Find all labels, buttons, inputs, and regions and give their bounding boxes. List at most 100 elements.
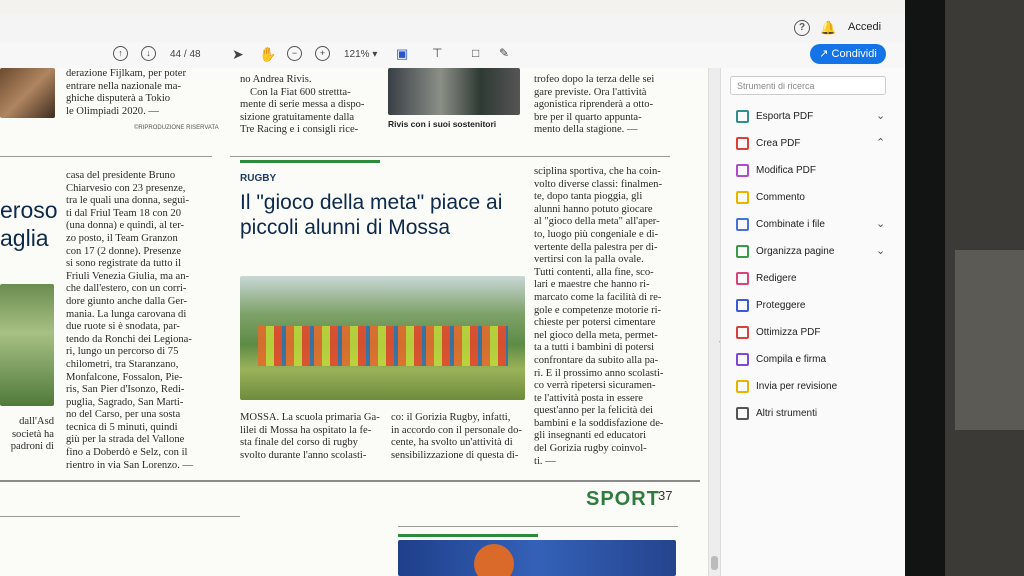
text-line: volto diverse classi: finalmen- xyxy=(534,178,662,190)
photo-rugby-children xyxy=(240,276,525,400)
left-headline-fragment: eroso aglia xyxy=(0,196,58,252)
sign-in-link[interactable]: Accedi xyxy=(848,21,881,33)
tool-item[interactable]: Compila e firma xyxy=(736,351,896,371)
text-line: Friuli Venezia Giulia, ma an- xyxy=(66,270,190,282)
text-line: entrare nella nazionale ma- xyxy=(66,80,181,92)
tool-item[interactable]: Redigere xyxy=(736,270,896,290)
text-line: ri, lungo un percorso di 75 xyxy=(66,346,179,358)
tool-icon xyxy=(736,191,749,204)
tool-icon xyxy=(736,245,749,258)
tool-label: Ottimizza PDF xyxy=(756,327,821,338)
tool-label: Modifica PDF xyxy=(756,165,817,176)
help-icon[interactable]: ? xyxy=(794,20,810,36)
share-button[interactable]: ↗ Condividi xyxy=(810,44,886,64)
tool-label: Redigere xyxy=(756,273,797,284)
text-line: tra le quali una donna, seguì- xyxy=(66,195,189,207)
text-line: ti dal Friul Team 18 con 20 xyxy=(66,207,181,219)
text-line: puglia, Sagrado, San Marti- xyxy=(66,396,184,408)
text-line: eroso xyxy=(0,197,58,223)
tool-icon xyxy=(736,299,749,312)
page-up-icon[interactable]: ↑ xyxy=(113,46,128,61)
chevron-icon[interactable]: ⌄ xyxy=(876,244,885,257)
tool-item[interactable]: Proteggere xyxy=(736,297,896,317)
text-line: marcato come la facilità di re- xyxy=(534,291,662,303)
notification-bell-icon[interactable]: 🔔 xyxy=(820,20,836,36)
text-line: bre per il quarto appunta- xyxy=(534,111,642,123)
text-line: (una donna) e quindi, al ter- xyxy=(66,220,185,232)
text-line: vertente della palestra per di- xyxy=(534,241,658,253)
page-down-icon[interactable]: ↓ xyxy=(141,46,156,61)
tool-item[interactable]: Crea PDF ⌃ xyxy=(736,135,896,155)
pdf-toolbar: ↑ ↓ 44 / 48 ➤ ✋ − + 121% ▾ ▣ ⊤ □ ✎ ↗ Con… xyxy=(0,42,905,69)
comment-icon[interactable]: □ xyxy=(472,46,479,60)
text-line: ta a tutti i bambini di potersi xyxy=(534,342,655,354)
background-paper xyxy=(955,250,1024,430)
text-line: vertirsi con la palla ovale. xyxy=(534,254,644,266)
scroll-mode-icon[interactable]: ⊤ xyxy=(432,46,442,60)
text-line: Tutti contenti, alla fine, sco- xyxy=(534,266,654,278)
text-line: confrontare da subito alla pa- xyxy=(534,354,659,366)
photo-rivis xyxy=(388,68,520,115)
tool-icon xyxy=(736,353,749,366)
pen-icon[interactable]: ✎ xyxy=(499,46,509,60)
text-line: padroni di xyxy=(10,441,54,453)
scroll-thumb[interactable] xyxy=(711,556,718,570)
photo-cyclists xyxy=(0,284,54,406)
fit-page-icon[interactable]: ▣ xyxy=(396,46,408,62)
pdf-page[interactable]: derazione Fijlkam, per poter entrare nel… xyxy=(0,68,708,576)
page-number: 37 xyxy=(658,488,673,503)
tools-search-input[interactable]: Strumenti di ricerca xyxy=(730,76,886,95)
text-line: dore giunto anche dalla Ger- xyxy=(66,295,187,307)
top-right-column: trofeo dopo la terza delle sei gare prev… xyxy=(534,74,654,137)
text-line: gare previste. Ora l'attività xyxy=(534,86,647,98)
top-left-column: derazione Fijlkam, per poter entrare nel… xyxy=(66,68,186,118)
tool-item[interactable]: Commento xyxy=(736,189,896,209)
text-line: Monfalcone, Fossalon, Pie- xyxy=(66,371,183,383)
text-line: Chiarvesio con 23 presenze, xyxy=(66,182,186,194)
text-line: tecnica di 5 minuti, quindi xyxy=(66,421,178,433)
chevron-icon[interactable]: ⌃ xyxy=(876,136,885,149)
tool-item[interactable]: Ottimizza PDF xyxy=(736,324,896,344)
text-line: derazione Fijlkam, per poter xyxy=(66,68,187,79)
text-line: si sono registrate da tutto il xyxy=(66,258,182,270)
tool-item[interactable]: Invia per revisione xyxy=(736,378,896,398)
current-page-field[interactable]: 44 xyxy=(170,49,181,60)
text-line: gole e competenze motorie ri- xyxy=(534,304,662,316)
top-middle-column: no Andrea Rivis. Con la Fiat 600 strettt… xyxy=(240,74,364,137)
zoom-out-icon[interactable]: − xyxy=(287,46,302,61)
tool-item[interactable]: Organizza pagine ⌄ xyxy=(736,243,896,263)
share-label: Condividi xyxy=(831,48,877,60)
hand-tool-icon[interactable]: ✋ xyxy=(259,46,276,63)
text-line: Tre Racing e i consigli rice- xyxy=(240,124,359,136)
text-line: lari e maestre che hanno ri- xyxy=(534,279,650,291)
tool-item[interactable]: Esporta PDF ⌄ xyxy=(736,108,896,128)
tool-icon xyxy=(736,164,749,177)
tool-item[interactable]: Modifica PDF xyxy=(736,162,896,182)
text-line: sta finale del corso di rugby xyxy=(240,437,358,449)
text-line: to, luogo più congeniale e di- xyxy=(534,228,659,240)
basketball-icon xyxy=(474,544,514,576)
tool-label: Commento xyxy=(756,192,805,203)
tool-item[interactable]: Combinate i file ⌄ xyxy=(736,216,896,236)
screen: ? 🔔 Accedi ↑ ↓ 44 / 48 ➤ ✋ − + 121% ▾ ▣ … xyxy=(0,0,905,576)
text-line: che dall'estero, con un corri- xyxy=(66,283,187,295)
section-accent-bar xyxy=(398,534,538,537)
text-line: gli insegnanti ed educatori xyxy=(534,430,647,442)
text-line: MOSSA. La scuola primaria Ga- xyxy=(240,412,380,423)
tool-label: Organizza pagine xyxy=(756,246,835,257)
zoom-in-icon[interactable]: + xyxy=(315,46,330,61)
text-line: fino a Doberdò e Selz, con il xyxy=(66,447,188,459)
text-line: con 17 (2 donne). Presenze xyxy=(66,245,182,257)
chevron-icon[interactable]: ⌄ xyxy=(876,109,885,122)
select-cursor-icon[interactable]: ➤ xyxy=(232,46,244,63)
text-line: sciplina sportiva, che ha coin- xyxy=(534,166,661,177)
section-name: SPORT xyxy=(586,488,660,510)
chevron-icon[interactable]: ⌄ xyxy=(876,217,885,230)
text-line: del Gorizia rugby coinvol- xyxy=(534,443,647,455)
text-line: chieste per potersi cimentare xyxy=(534,317,656,329)
section-accent-bar xyxy=(240,160,380,163)
page-indicator[interactable]: 44 / 48 xyxy=(170,49,201,60)
tool-item[interactable]: Altri strumenti xyxy=(736,405,896,425)
tool-icon xyxy=(736,407,749,420)
zoom-level-select[interactable]: 121% ▾ xyxy=(344,49,377,60)
